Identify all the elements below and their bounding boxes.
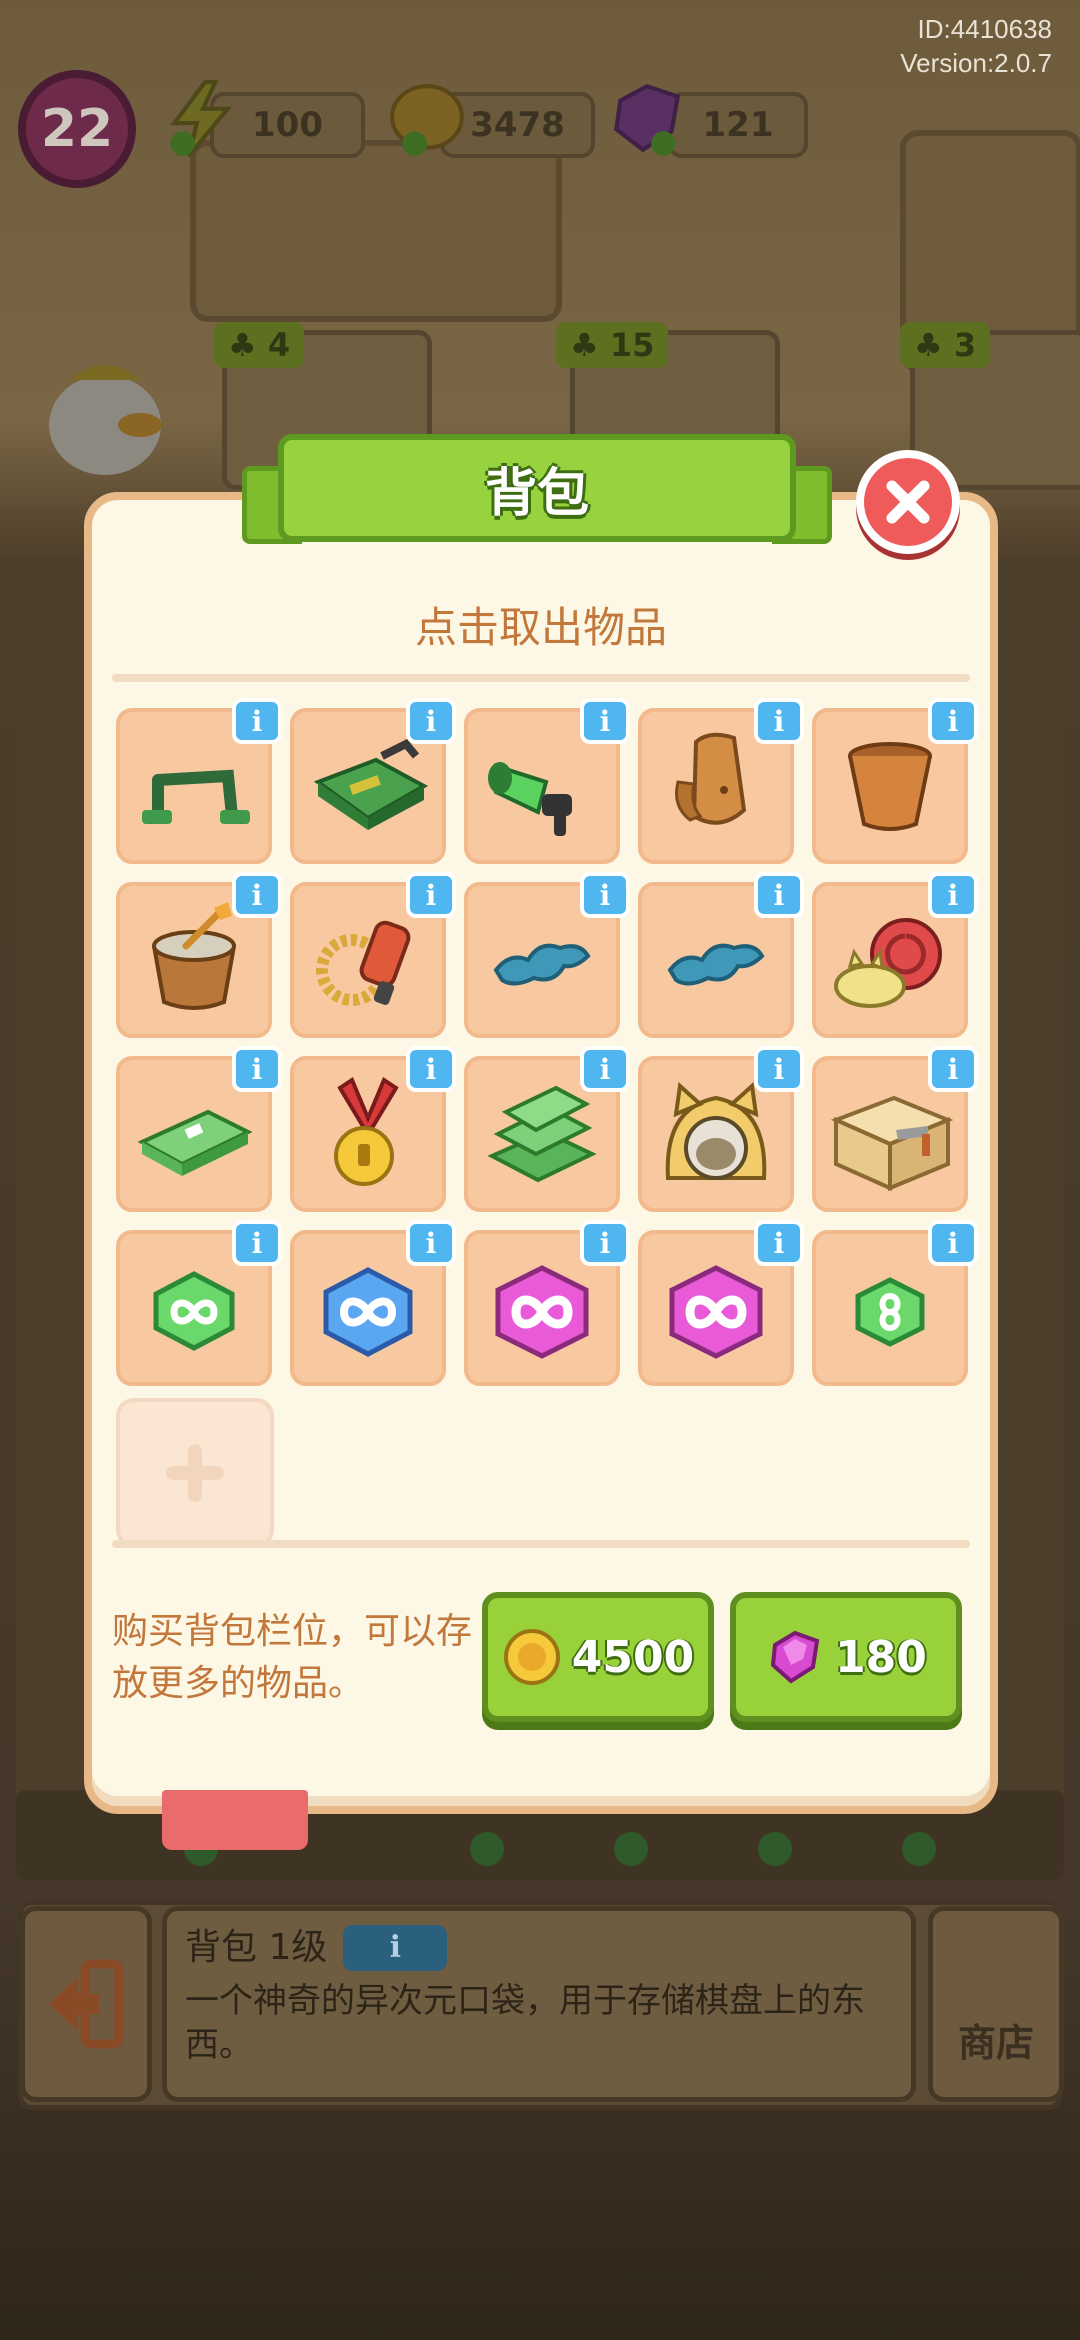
info-icon[interactable]: i bbox=[580, 1046, 630, 1092]
backpack-slot[interactable]: i bbox=[290, 872, 456, 1038]
background-shelf bbox=[190, 140, 562, 322]
check-icon bbox=[758, 1832, 792, 1866]
gem-value: 121 bbox=[702, 105, 774, 145]
plus-icon bbox=[166, 1444, 224, 1502]
backpack-slot[interactable]: i bbox=[638, 1220, 804, 1386]
slot-leaf-badge: ♣ 15 bbox=[556, 322, 669, 368]
shop-button[interactable]: 商店 bbox=[928, 1906, 1064, 2102]
gem-counter[interactable]: 121 bbox=[668, 92, 808, 158]
info-icon[interactable]: i bbox=[754, 1220, 804, 1266]
backpack-slot[interactable]: i bbox=[812, 1046, 978, 1212]
modal-subtitle: 点击取出物品 bbox=[414, 603, 667, 652]
backpack-slot[interactable]: i bbox=[290, 1220, 456, 1386]
info-icon[interactable]: i bbox=[928, 1220, 978, 1266]
info-icon[interactable]: i bbox=[754, 698, 804, 744]
buy-with-coins-button[interactable]: 4500 bbox=[482, 1592, 714, 1722]
close-icon bbox=[886, 480, 930, 524]
check-icon bbox=[470, 1832, 504, 1866]
buy-slot-description: 购买背包栏位，可以存放更多的物品。 bbox=[112, 1611, 473, 1704]
energy-bolt-icon bbox=[170, 80, 233, 158]
backpack-slot[interactable]: i bbox=[812, 698, 978, 864]
exit-button[interactable] bbox=[20, 1906, 152, 2102]
info-icon[interactable]: i bbox=[580, 872, 630, 918]
item-title: 背包 1级 bbox=[185, 1927, 328, 1968]
backpack-slot[interactable]: i bbox=[116, 1220, 282, 1386]
coin-icon bbox=[390, 84, 464, 156]
slot-leaf-badge: ♣ 4 bbox=[214, 322, 305, 368]
info-icon[interactable]: i bbox=[580, 1220, 630, 1266]
player-level-badge[interactable]: 22 bbox=[18, 70, 136, 188]
player-level: 22 bbox=[40, 99, 114, 159]
check-icon bbox=[614, 1832, 648, 1866]
item-description-box: 背包 1级 i 一个神奇的异次元口袋，用于存储棋盘上的东西。 bbox=[162, 1906, 916, 2102]
energy-value: 100 bbox=[252, 105, 323, 145]
info-icon[interactable]: i bbox=[928, 872, 978, 918]
item-info-button[interactable]: i bbox=[343, 1925, 448, 1971]
check-icon bbox=[902, 1832, 936, 1866]
modal-bottom-tab bbox=[162, 1790, 308, 1850]
duck-worker-icon bbox=[49, 365, 162, 475]
info-icon[interactable]: i bbox=[232, 1220, 282, 1266]
backpack-slot[interactable]: i bbox=[116, 698, 282, 864]
version-info: ID:4410638 Version:2.0.7 bbox=[900, 12, 1052, 80]
divider bbox=[112, 1540, 970, 1548]
backpack-slot[interactable]: i bbox=[812, 1220, 978, 1386]
info-icon[interactable]: i bbox=[232, 872, 282, 918]
backpack-slot[interactable]: i bbox=[638, 1046, 804, 1212]
info-icon[interactable]: i bbox=[928, 698, 978, 744]
backpack-slot[interactable]: i bbox=[638, 872, 804, 1038]
backpack-slot[interactable]: i bbox=[812, 872, 978, 1038]
info-icon[interactable]: i bbox=[406, 698, 456, 744]
divider bbox=[112, 674, 970, 682]
gem-icon bbox=[614, 83, 681, 156]
backpack-slot[interactable]: i bbox=[116, 1046, 282, 1212]
gem-price: 180 bbox=[835, 1631, 927, 1683]
backpack-slot[interactable]: i bbox=[638, 698, 804, 864]
coin-icon bbox=[503, 1629, 560, 1685]
info-icon[interactable]: i bbox=[754, 872, 804, 918]
backpack-slot[interactable]: i bbox=[464, 1046, 630, 1212]
info-icon[interactable]: i bbox=[406, 1046, 456, 1092]
modal-title: 背包 bbox=[278, 434, 796, 542]
info-icon[interactable]: i bbox=[754, 1046, 804, 1092]
backpack-slot[interactable]: i bbox=[290, 698, 456, 864]
info-icon[interactable]: i bbox=[406, 872, 456, 918]
modal-title-ribbon: 背包 bbox=[242, 426, 832, 546]
backpack-slot[interactable]: i bbox=[464, 698, 630, 864]
game-version: Version:2.0.7 bbox=[900, 48, 1052, 78]
backpack-slot[interactable]: i bbox=[290, 1046, 456, 1212]
exit-door-icon bbox=[49, 1959, 124, 2049]
item-description: 一个神奇的异次元口袋，用于存储棋盘上的东西。 bbox=[185, 1981, 865, 2065]
info-icon[interactable]: i bbox=[232, 1046, 282, 1092]
buy-with-gems-button[interactable]: 180 bbox=[730, 1592, 962, 1722]
coin-value: 3478 bbox=[470, 105, 565, 145]
coin-price: 4500 bbox=[571, 1631, 695, 1683]
info-icon[interactable]: i bbox=[406, 1220, 456, 1266]
add-slot-button[interactable] bbox=[116, 1398, 274, 1548]
backpack-slot[interactable]: i bbox=[116, 872, 282, 1038]
info-icon[interactable]: i bbox=[580, 698, 630, 744]
info-icon[interactable]: i bbox=[928, 1046, 978, 1092]
close-button[interactable] bbox=[856, 450, 960, 554]
info-icon[interactable]: i bbox=[232, 698, 282, 744]
player-id: ID:4410638 bbox=[917, 14, 1052, 44]
slot-leaf-badge: ♣ 3 bbox=[900, 322, 991, 368]
gem-icon bbox=[770, 1630, 820, 1684]
shop-label: 商店 bbox=[957, 2021, 1034, 2065]
backpack-slot[interactable]: i bbox=[464, 872, 630, 1038]
backpack-slot[interactable]: i bbox=[464, 1220, 630, 1386]
